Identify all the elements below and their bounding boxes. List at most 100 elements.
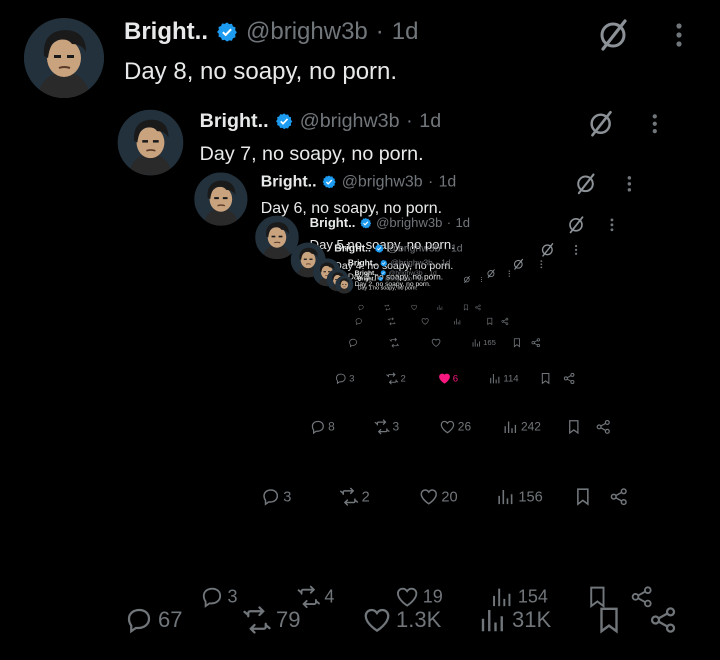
repost-button[interactable] (384, 303, 392, 312)
bookmark-icon (513, 338, 520, 348)
repost-button[interactable]: 2 (386, 370, 406, 387)
more-icon[interactable] (642, 110, 667, 138)
share-button[interactable] (609, 483, 629, 510)
bookmark-button[interactable] (463, 303, 470, 312)
like-count: 1.3K (396, 607, 442, 632)
handle[interactable]: @brighw3b (246, 18, 368, 46)
more-icon[interactable] (619, 173, 639, 196)
action-bar: 67 79 1.3K 31K (0, 600, 720, 640)
bookmark-icon (600, 607, 618, 634)
share-button[interactable] (501, 316, 509, 327)
handle[interactable]: @brighw3b (342, 173, 423, 192)
timestamp[interactable]: 1d (392, 18, 419, 46)
more-icon[interactable] (478, 276, 485, 284)
heart-icon (411, 304, 417, 311)
reply-icon (127, 608, 151, 634)
views-icon (490, 374, 500, 384)
reply-button[interactable]: 3 (261, 483, 291, 510)
separator-dot: · (413, 275, 416, 282)
reply-button[interactable]: 3 (334, 370, 354, 387)
reply-button[interactable] (358, 303, 366, 312)
bookmark-button[interactable] (573, 483, 593, 510)
reply-button[interactable] (348, 336, 360, 350)
views-button[interactable]: 114 (489, 370, 519, 387)
share-button[interactable] (595, 416, 611, 438)
repost-button[interactable]: 79 (242, 600, 300, 640)
reply-icon (349, 338, 357, 348)
quoted-tweet-level-1[interactable]: Bright.. @brighw3b · 1d Day 7, no soapy,… (98, 95, 688, 636)
reply-button[interactable]: 67 (124, 600, 182, 640)
heart-icon (440, 420, 455, 434)
views-button[interactable]: 31K (478, 600, 551, 640)
handle[interactable]: @brighw3b (385, 276, 412, 282)
separator-dot: · (375, 18, 384, 45)
reply-button[interactable]: 8 (310, 416, 335, 438)
like-button[interactable]: 26 (439, 416, 471, 438)
bookmark-button[interactable] (566, 416, 582, 438)
grok-icon[interactable] (596, 18, 630, 52)
avatar[interactable] (24, 18, 104, 98)
quoted-tweet-level-4[interactable]: Bright.. @brighw3b · 1d Day 4. no soapy,… (280, 235, 594, 523)
grok-icon[interactable] (463, 276, 471, 284)
views-button[interactable]: 165 (471, 336, 496, 350)
share-button[interactable] (648, 600, 678, 640)
repost-icon (386, 372, 399, 385)
repost-button[interactable] (389, 336, 401, 350)
grok-icon[interactable] (567, 216, 586, 235)
repost-button[interactable]: 3 (374, 416, 399, 438)
quoted-tweet-level-5[interactable]: Bright.. @brighw3b · 1d Day 3, no soapy,… (305, 252, 556, 482)
reply-button[interactable] (355, 316, 364, 327)
share-icon (596, 419, 610, 434)
like-button[interactable]: 1.3K (362, 600, 441, 640)
repost-button[interactable]: 2 (339, 483, 370, 510)
more-icon[interactable] (604, 216, 620, 235)
more-icon[interactable] (664, 18, 694, 52)
share-button[interactable] (531, 336, 541, 350)
action-bar: 165 (305, 336, 556, 350)
more-icon[interactable] (505, 269, 513, 278)
avatar[interactable] (335, 275, 354, 294)
more-icon[interactable] (570, 242, 583, 257)
like-button[interactable] (431, 336, 443, 350)
display-name[interactable]: Bright.. (261, 173, 317, 192)
like-button[interactable] (411, 303, 419, 312)
like-button[interactable] (421, 316, 430, 327)
bookmark-button[interactable] (512, 336, 522, 350)
views-icon (498, 490, 513, 505)
repost-button[interactable] (387, 316, 396, 327)
share-button[interactable] (563, 370, 576, 387)
handle[interactable]: @brighw3b (376, 216, 442, 231)
display-name[interactable]: Bright.. (358, 276, 377, 282)
quoted-tweet-level-3[interactable]: Bright.. @brighw3b · 1d Day 5,no soapy, … (242, 206, 634, 565)
bookmark-button[interactable] (594, 600, 624, 640)
quoted-tweet-level-2[interactable]: Bright.. @brighw3b · 1d Day 6, no soapy,… (178, 161, 656, 599)
grok-icon[interactable] (574, 173, 597, 196)
display-name[interactable]: Bright.. (200, 110, 269, 133)
avatar[interactable] (117, 109, 184, 176)
display-name[interactable]: Bright.. (310, 216, 356, 231)
avatar[interactable] (194, 172, 248, 226)
view-count: 156 (518, 488, 543, 505)
grok-icon[interactable] (587, 110, 615, 138)
tweet-text: Day 1 no soapy, no porn. (357, 284, 418, 291)
separator-dot: · (427, 172, 434, 191)
bookmark-icon (541, 372, 550, 385)
action-bar: 8 3 26 242 (242, 416, 634, 438)
views-button[interactable]: 242 (502, 416, 541, 438)
display-name[interactable]: Bright.. (124, 18, 208, 46)
handle[interactable]: @brighw3b (300, 110, 400, 133)
share-button[interactable] (475, 303, 482, 312)
views-button[interactable] (437, 303, 445, 312)
more-icon[interactable] (536, 258, 546, 270)
like-button[interactable]: 6 (438, 370, 458, 387)
bookmark-button[interactable] (539, 370, 552, 387)
views-button[interactable]: 156 (496, 483, 543, 510)
bookmark-button[interactable] (486, 316, 494, 327)
like-button[interactable]: 20 (419, 483, 458, 510)
main-tweet[interactable]: Bright.. @brighw3b · 1d Day 8, no soapy,… (0, 0, 720, 660)
timestamp[interactable]: 1d (417, 276, 423, 282)
timestamp[interactable]: 1d (419, 110, 441, 133)
views-button[interactable] (453, 316, 462, 327)
timestamp[interactable]: 1d (455, 216, 470, 231)
timestamp[interactable]: 1d (439, 173, 457, 192)
